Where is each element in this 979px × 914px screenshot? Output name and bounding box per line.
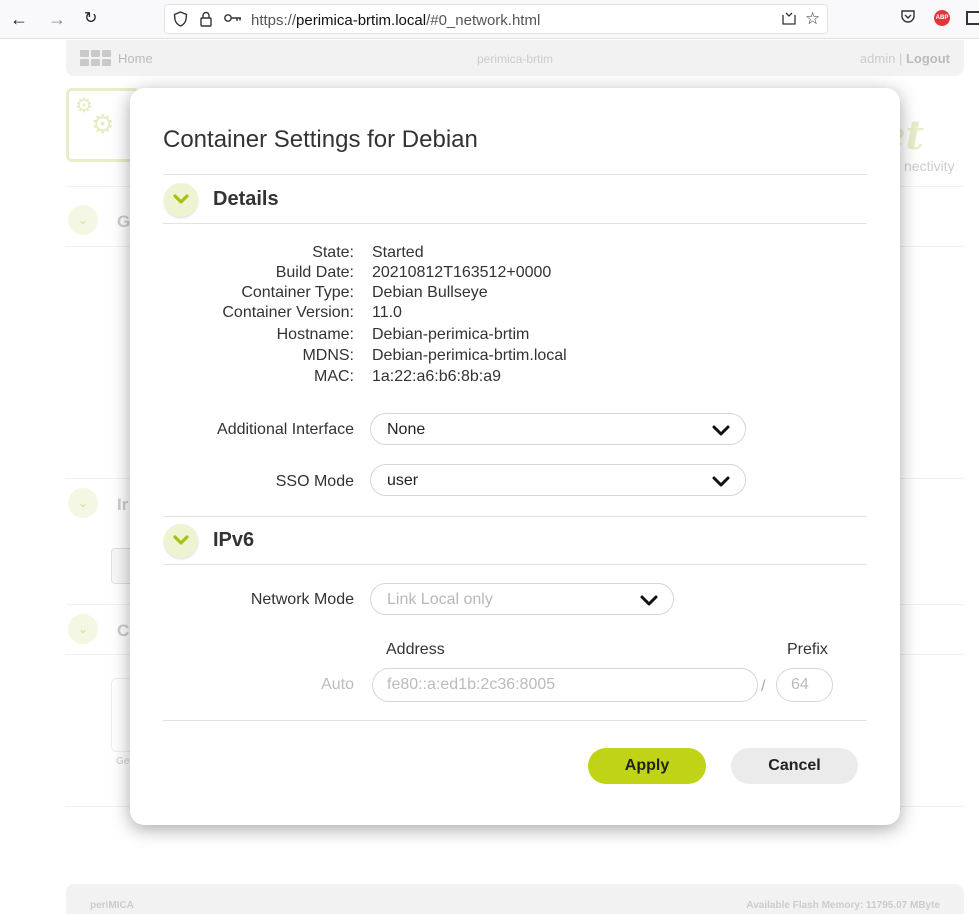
prefix-column-header: Prefix <box>787 641 828 658</box>
ipv6-prefix-input[interactable] <box>791 676 835 694</box>
apply-button[interactable]: Apply <box>588 748 706 784</box>
select-value: user <box>387 472 419 489</box>
network-mode-select[interactable]: Link Local only <box>370 583 674 615</box>
detail-value: 20210812T163512+0000 <box>372 264 552 281</box>
user-separator: | <box>895 51 906 66</box>
brand-tagline: nectivity <box>904 158 955 174</box>
detail-value: Started <box>372 244 424 261</box>
flash-memory-status: Available Flash Memory: 11795.07 MByte <box>746 900 940 911</box>
detail-value: 1a:22:a6:b6:8b:a9 <box>372 368 502 385</box>
key-icon[interactable] <box>223 11 243 29</box>
chevron-down-icon <box>712 425 730 436</box>
divider <box>163 516 867 517</box>
app-footer: periMICA Available Flash Memory: 11795.0… <box>66 884 964 914</box>
reader-mode-icon[interactable] <box>781 11 797 31</box>
app-header: Home perimica-brtim admin | Logout <box>66 40 964 76</box>
prefix-separator: / <box>761 678 766 695</box>
detail-row-container-version: Container Version: 11.0 <box>163 304 663 323</box>
detail-label: MDNS: <box>302 347 354 364</box>
additional-interface-select[interactable]: None <box>370 413 746 445</box>
chevron-down-icon <box>712 476 730 487</box>
chevron-down-icon <box>173 535 189 545</box>
details-section-title: Details <box>213 188 279 210</box>
reload-icon[interactable]: ↻ <box>84 9 97 29</box>
forward-icon[interactable]: → <box>48 9 66 29</box>
footer-brand: periMICA <box>90 900 134 911</box>
logout-link[interactable]: Logout <box>906 51 950 66</box>
bg-section-title: C <box>117 621 130 640</box>
auto-label: Auto <box>321 676 354 693</box>
divider <box>163 174 867 175</box>
url-text: https://perimica-brtim.local/#0_network.… <box>251 12 540 29</box>
ipv6-prefix-field[interactable] <box>776 668 835 702</box>
ipv6-address-input[interactable] <box>387 676 695 694</box>
select-value: Link Local only <box>387 591 493 608</box>
detail-label: MAC: <box>314 368 354 385</box>
chevron-down-icon <box>640 595 658 606</box>
chevron-down-icon: ⌄ <box>68 614 98 644</box>
cancel-button[interactable]: Cancel <box>731 748 858 784</box>
user-area: admin | Logout <box>860 51 950 66</box>
url-bar[interactable]: https://perimica-brtim.local/#0_network.… <box>164 4 828 34</box>
additional-interface-label: Additional Interface <box>217 421 354 438</box>
detail-value: Debian Bullseye <box>372 284 488 301</box>
divider <box>163 720 867 721</box>
gear-icon: ⚙ <box>91 109 115 139</box>
user-name: admin <box>859 51 896 66</box>
bookmark-star-icon[interactable]: ☆ <box>805 9 820 29</box>
detail-row-mac: MAC: 1a:22:a6:b6:8b:a9 <box>163 368 663 387</box>
ipv6-address-field[interactable] <box>372 668 758 702</box>
shield-icon[interactable] <box>173 11 188 31</box>
detail-label: Container Type: <box>241 284 354 301</box>
lock-icon[interactable] <box>199 11 213 31</box>
detail-value: Debian-perimica-brtim.local <box>372 347 567 364</box>
address-column-header: Address <box>386 641 445 658</box>
sso-mode-label: SSO Mode <box>275 473 354 490</box>
detail-label: Container Version: <box>222 304 354 321</box>
bg-section-title: G <box>117 212 131 231</box>
app-logo: ⚙ ⚙ <box>66 88 140 162</box>
ipv6-toggle[interactable] <box>164 524 198 558</box>
chevron-down-icon <box>173 194 189 204</box>
divider <box>163 564 867 565</box>
detail-label: Hostname: <box>276 326 354 343</box>
pocket-icon[interactable] <box>900 8 916 29</box>
chevron-down-icon: ⌄ <box>68 488 98 518</box>
back-icon[interactable]: ← <box>10 9 28 29</box>
menu-icon[interactable] <box>966 11 979 25</box>
container-settings-dialog: Container Settings for Debian Details St… <box>130 88 900 825</box>
detail-row-state: State: Started <box>163 244 663 263</box>
details-toggle[interactable] <box>164 183 198 217</box>
detail-row-mdns: MDNS: Debian-perimica-brtim.local <box>163 347 663 366</box>
detail-value: Debian-perimica-brtim <box>372 326 530 343</box>
detail-row-hostname: Hostname: Debian-perimica-brtim <box>163 326 663 345</box>
bg-card-label: Ge <box>116 756 130 767</box>
detail-row-build-date: Build Date: 20210812T163512+0000 <box>163 264 663 283</box>
chevron-down-icon: ⌄ <box>68 205 98 235</box>
detail-label: State: <box>312 244 354 261</box>
sso-mode-select[interactable]: user <box>370 464 746 496</box>
url-domain: perimica-brtim.local <box>296 12 427 29</box>
device-name: perimica-brtim <box>476 52 553 66</box>
bg-section-title: Ir <box>117 495 129 514</box>
detail-value: 11.0 <box>372 304 402 321</box>
detail-row-container-type: Container Type: Debian Bullseye <box>163 284 663 303</box>
browser-toolbar: ← → ↻ https://perimica-brtim.local/#0_ne… <box>0 0 979 39</box>
url-prefix: https:// <box>251 12 297 29</box>
url-path: /#0_network.html <box>426 12 541 29</box>
select-value: None <box>387 421 426 438</box>
adblock-icon[interactable]: ABP <box>934 10 950 26</box>
dialog-title: Container Settings for Debian <box>163 126 478 153</box>
divider <box>163 223 867 224</box>
network-mode-label: Network Mode <box>250 591 354 608</box>
detail-label: Build Date: <box>275 264 354 281</box>
ipv6-section-title: IPv6 <box>213 529 255 551</box>
